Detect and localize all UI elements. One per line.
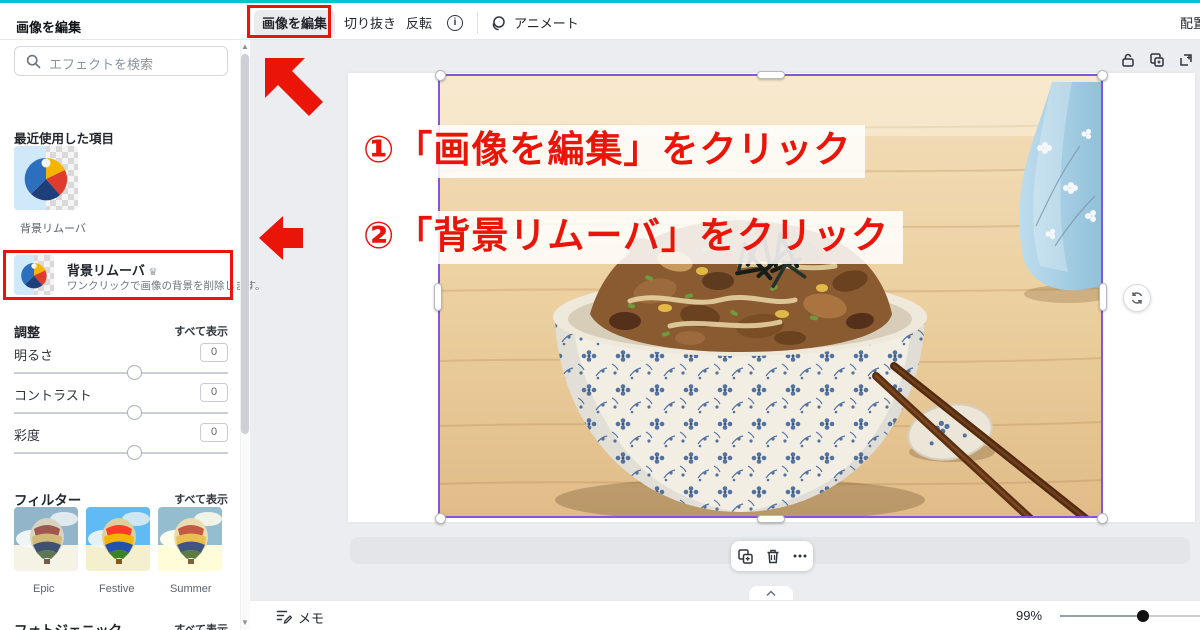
brightness-value[interactable]: 0 — [200, 343, 228, 362]
add-page-icon[interactable] — [1178, 52, 1194, 68]
brightness-slider[interactable] — [14, 372, 228, 374]
saturation-label: 彩度 — [14, 425, 40, 444]
annotation-arrow-left — [257, 214, 305, 262]
copy-icon[interactable] — [737, 548, 754, 565]
crop-button[interactable]: 切り抜き — [336, 10, 404, 37]
adjust-show-all-link[interactable]: すべて表示 — [174, 323, 228, 339]
animate-button[interactable]: アニメート — [506, 10, 587, 37]
resize-handle-bottom[interactable] — [757, 515, 785, 523]
filter-thumb-epic[interactable] — [14, 507, 78, 571]
filter-label-festive: Festive — [99, 583, 134, 595]
saturation-slider-handle[interactable] — [127, 445, 142, 460]
resize-handle-top-right[interactable] — [1097, 70, 1108, 81]
element-floating-toolbar — [731, 541, 813, 571]
balloon-image — [86, 507, 150, 571]
annotation-arrow-up-left — [261, 54, 327, 120]
bottom-panel-collapse-tab[interactable] — [749, 586, 793, 600]
filter-show-all-link[interactable]: すべて表示 — [174, 491, 228, 507]
photogenic-section-header: フォトジェニック — [14, 619, 122, 630]
info-icon[interactable]: i — [447, 15, 463, 31]
resize-handle-top-left[interactable] — [435, 70, 446, 81]
resize-handle-top[interactable] — [757, 71, 785, 79]
zoom-slider-handle[interactable] — [1137, 610, 1149, 622]
adjust-section-header: 調整 — [14, 322, 40, 341]
filter-thumb-festive[interactable] — [86, 507, 150, 571]
toolbar-divider — [250, 8, 251, 38]
effects-sidebar: エフェクトを検索 最近使用した項目 背景リムーバ — [0, 40, 250, 630]
annotation-step1: ①「画像を編集」をクリック — [349, 125, 865, 178]
chevron-up-icon — [766, 590, 776, 597]
sidebar-scrollbar-thumb[interactable] — [241, 54, 249, 434]
element-action-icons — [1120, 52, 1194, 68]
status-bar: メモ 99% — [250, 600, 1200, 630]
zoom-level: 99% — [1016, 608, 1042, 623]
photogenic-show-all-link[interactable]: すべて表示 — [174, 621, 228, 630]
contrast-slider[interactable] — [14, 412, 228, 414]
duplicate-icon[interactable] — [1149, 52, 1165, 68]
search-placeholder: エフェクトを検索 — [49, 54, 153, 73]
contrast-value[interactable]: 0 — [200, 383, 228, 402]
annotation-step2: ②「背景リムーバ」をクリック — [349, 211, 903, 264]
beach-ball-icon — [19, 260, 49, 290]
brightness-slider-handle[interactable] — [127, 365, 142, 380]
saturation-value[interactable]: 0 — [200, 423, 228, 442]
filter-section-header: フィルター — [14, 489, 81, 509]
balloon-image — [158, 507, 222, 571]
edit-image-button[interactable]: 画像を編集 — [254, 10, 335, 37]
sidebar-scrollbar[interactable]: ▲ ▼ — [240, 40, 250, 630]
resize-handle-left[interactable] — [434, 283, 442, 311]
top-toolbar: 画像を編集 画像を編集 切り抜き 反転 i アニメート 配置 — [0, 3, 1200, 40]
notes-icon[interactable] — [276, 609, 292, 624]
saturation-slider[interactable] — [14, 452, 228, 454]
animate-icon — [489, 15, 506, 32]
effect-search-input[interactable]: エフェクトを検索 — [14, 46, 228, 76]
bg-remover-title: 背景リムーバ ♛ — [67, 260, 157, 279]
recent-section-header: 最近使用した項目 — [14, 128, 114, 147]
app-window: 画像を編集 画像を編集 切り抜き 反転 i アニメート 配置 エフェクトを検索 … — [0, 0, 1200, 630]
zoom-slider-track[interactable] — [1060, 615, 1143, 617]
resize-handle-bottom-right[interactable] — [1097, 513, 1108, 524]
recent-item-label: 背景リムーバ — [20, 220, 86, 236]
search-icon — [26, 54, 41, 69]
bg-remover-row[interactable]: 背景リムーバ ♛ ワンクリックで画像の背景を削除します。 — [3, 250, 233, 300]
balloon-image — [14, 507, 78, 571]
trash-icon[interactable] — [765, 548, 781, 565]
pro-crown-icon: ♛ — [149, 267, 158, 278]
bg-remover-description: ワンクリックで画像の背景を削除します。 — [67, 278, 265, 293]
lock-icon[interactable] — [1120, 52, 1136, 68]
zoom-slider-track[interactable] — [1143, 615, 1200, 617]
filter-thumb-summer[interactable] — [158, 507, 222, 571]
flip-button[interactable]: 反転 — [398, 10, 440, 37]
contrast-slider-handle[interactable] — [127, 405, 142, 420]
canvas-workspace: ‹ — [250, 40, 1200, 600]
resize-handle-bottom-left[interactable] — [435, 513, 446, 524]
rotate-button[interactable] — [1123, 284, 1151, 312]
panel-title: 画像を編集 — [16, 17, 81, 36]
beach-ball-icon — [21, 153, 71, 203]
position-button[interactable]: 配置 — [1172, 10, 1200, 37]
scroll-up-icon[interactable]: ▲ — [241, 43, 249, 51]
toolbar-divider — [477, 12, 478, 34]
brightness-label: 明るさ — [14, 345, 53, 364]
contrast-label: コントラスト — [14, 385, 92, 404]
brand-accent-strip — [0, 0, 1200, 3]
resize-handle-right[interactable] — [1099, 283, 1107, 311]
filter-label-summer: Summer — [170, 583, 212, 595]
recent-bg-remover-thumbnail[interactable] — [14, 146, 78, 210]
scroll-down-icon[interactable]: ▼ — [241, 619, 249, 627]
rotate-icon — [1130, 291, 1144, 305]
filter-label-epic: Epic — [33, 583, 54, 595]
memo-button[interactable]: メモ — [298, 608, 324, 627]
bg-remover-row-thumbnail — [14, 255, 54, 295]
more-options-icon[interactable] — [792, 548, 808, 564]
